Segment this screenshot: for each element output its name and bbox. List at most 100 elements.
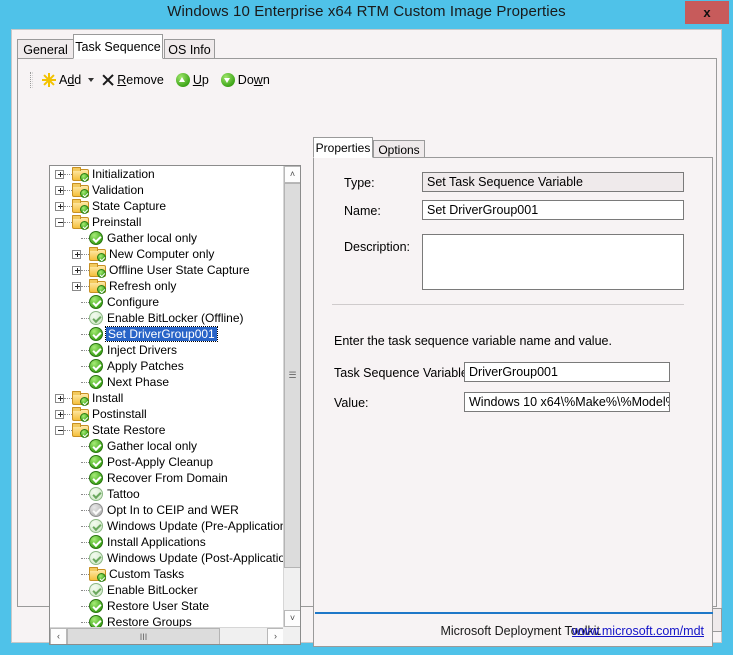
expand-icon[interactable] <box>55 394 64 403</box>
tree-item[interactable]: Custom Tasks <box>50 566 284 582</box>
tree-item[interactable]: Configure <box>50 294 284 310</box>
tree-item[interactable]: Apply Patches <box>50 358 284 374</box>
check-disabled-icon <box>89 311 103 325</box>
tree-item[interactable]: Post-Apply Cleanup <box>50 454 284 470</box>
add-button-label: Add <box>59 73 81 87</box>
move-down-button[interactable]: Down <box>218 72 273 88</box>
tab-properties[interactable]: Properties <box>313 137 373 158</box>
chevron-down-icon[interactable] <box>88 78 94 82</box>
tab-strip: General Task Sequence OS Info <box>17 35 717 59</box>
collapse-icon[interactable] <box>55 426 64 435</box>
tree-item[interactable]: Recover From Domain <box>50 470 284 486</box>
tree-item-label: Postinstall <box>91 407 147 421</box>
check-icon <box>89 295 103 309</box>
toolbar-grip[interactable] <box>30 72 33 88</box>
tree-item[interactable]: State Restore <box>50 422 284 438</box>
chevron-up-icon: ˄ <box>290 170 295 179</box>
tree-connector <box>81 238 89 239</box>
tree-item-label: Custom Tasks <box>108 567 184 581</box>
tree-item[interactable]: State Capture <box>50 198 284 214</box>
folder-check-icon <box>72 391 88 405</box>
tree-item[interactable]: Inject Drivers <box>50 342 284 358</box>
tab-os-info[interactable]: OS Info <box>164 39 215 59</box>
folder-check-icon <box>72 167 88 181</box>
check-disabled-icon <box>89 487 103 501</box>
tree-item[interactable]: Enable BitLocker (Offline) <box>50 310 284 326</box>
tree-connector <box>81 254 89 255</box>
tree-item-label: Offline User State Capture <box>108 263 250 277</box>
tree-connector <box>64 430 72 431</box>
tree-item[interactable]: Offline User State Capture <box>50 262 284 278</box>
tree-item[interactable]: Install <box>50 390 284 406</box>
tree-item[interactable]: Next Phase <box>50 374 284 390</box>
tree-item-label: Restore Groups <box>106 615 192 627</box>
task-sequence-tree[interactable]: InitializationValidationState CapturePre… <box>49 165 301 645</box>
tree-item-label: Initialization <box>91 167 155 181</box>
tab-options[interactable]: Options <box>373 140 425 158</box>
folder-check-icon <box>89 279 105 293</box>
description-field[interactable] <box>422 234 684 290</box>
task-sequence-variable-field[interactable]: DriverGroup001 <box>464 362 670 382</box>
name-field[interactable]: Set DriverGroup001 <box>422 200 684 220</box>
expand-icon[interactable] <box>55 410 64 419</box>
check-icon <box>89 343 103 357</box>
close-icon[interactable]: x <box>685 1 729 24</box>
tree-item[interactable]: Enable BitLocker <box>50 582 284 598</box>
tree-item[interactable]: Preinstall <box>50 214 284 230</box>
tree-item-label: New Computer only <box>108 247 214 261</box>
tab-general[interactable]: General <box>17 39 74 59</box>
hint-text: Enter the task sequence variable name an… <box>334 334 612 348</box>
tab-properties-label: Properties <box>316 141 371 155</box>
collapse-icon[interactable] <box>55 218 64 227</box>
tree-connector <box>81 622 89 623</box>
tree-item[interactable]: Postinstall <box>50 406 284 422</box>
arrow-down-circle-icon <box>221 73 235 87</box>
tree-item[interactable]: Gather local only <box>50 438 284 454</box>
expand-icon[interactable] <box>55 170 64 179</box>
tree-connector <box>81 494 89 495</box>
expand-icon[interactable] <box>72 250 81 259</box>
tree-item[interactable]: New Computer only <box>50 246 284 262</box>
tree-item[interactable]: Tattoo <box>50 486 284 502</box>
tree-connector <box>81 606 89 607</box>
check-disabled-icon <box>89 583 103 597</box>
scroll-up-button[interactable]: ˄ <box>284 166 301 183</box>
expand-icon[interactable] <box>72 266 81 275</box>
tree-item[interactable]: Set DriverGroup001 <box>50 326 284 342</box>
expand-icon[interactable] <box>55 186 64 195</box>
tree-vertical-scrollbar[interactable]: ˄ ☰ ˅ <box>283 166 300 627</box>
tree-item[interactable]: Refresh only <box>50 278 284 294</box>
tree-item[interactable]: Restore User State <box>50 598 284 614</box>
chevron-right-icon: › <box>274 632 277 641</box>
tree-item-label: Apply Patches <box>106 359 184 373</box>
tree-item[interactable]: Windows Update (Post-Application Ins <box>50 550 284 566</box>
tree-item[interactable]: Initialization <box>50 166 284 182</box>
tree-item[interactable]: Validation <box>50 182 284 198</box>
check-icon <box>89 327 103 341</box>
tree-item[interactable]: Gather local only <box>50 230 284 246</box>
check-icon <box>89 375 103 389</box>
add-button[interactable]: Add <box>39 72 84 88</box>
expand-icon[interactable] <box>55 202 64 211</box>
scroll-down-button[interactable]: ˅ <box>284 610 301 627</box>
horizontal-scroll-thumb[interactable]: III <box>67 628 220 645</box>
tree-item[interactable]: Restore Groups <box>50 614 284 627</box>
footer-link[interactable]: www.microsoft.com/mdt <box>572 624 704 638</box>
move-up-button[interactable]: Up <box>173 72 212 88</box>
tab-task-sequence[interactable]: Task Sequence <box>73 34 163 59</box>
remove-button[interactable]: Remove <box>99 72 167 88</box>
expand-icon[interactable] <box>72 282 81 291</box>
value-label: Value: <box>334 396 369 410</box>
tree-horizontal-scrollbar[interactable]: ‹ III › <box>50 627 284 644</box>
tree-item[interactable]: Install Applications <box>50 534 284 550</box>
task-sequence-variable-label: Task Sequence Variable: <box>334 366 471 380</box>
vertical-scroll-thumb[interactable]: ☰ <box>284 183 301 568</box>
tree-item[interactable]: Windows Update (Pre-Application Inst <box>50 518 284 534</box>
scroll-left-button[interactable]: ‹ <box>50 628 67 645</box>
tree-item-label: Configure <box>106 295 159 309</box>
tree-item[interactable]: Opt In to CEIP and WER <box>50 502 284 518</box>
value-field[interactable]: Windows 10 x64\%Make%\%Model% <box>464 392 670 412</box>
tree-connector <box>81 270 89 271</box>
chevron-down-icon: ˅ <box>290 614 295 623</box>
scroll-right-button[interactable]: › <box>267 628 284 645</box>
